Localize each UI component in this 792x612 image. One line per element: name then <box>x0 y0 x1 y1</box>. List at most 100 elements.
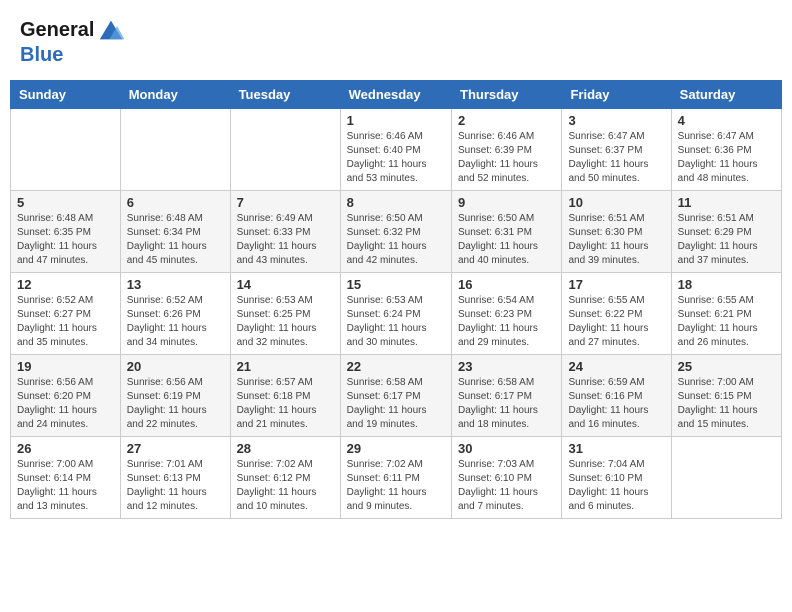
calendar-day-cell: 19 Sunrise: 6:56 AM Sunset: 6:20 PM Dayli… <box>11 355 121 437</box>
day-info: Sunrise: 6:50 AM Sunset: 6:31 PM Dayligh… <box>458 212 555 268</box>
day-number: 23 <box>458 359 555 374</box>
day-info: Sunrise: 6:53 AM Sunset: 6:25 PM Dayligh… <box>237 294 334 350</box>
day-number: 19 <box>17 359 114 374</box>
calendar-day-cell: 2 Sunrise: 6:46 AM Sunset: 6:39 PM Daylig… <box>452 109 562 191</box>
logo-icon <box>96 15 126 45</box>
day-number: 11 <box>678 195 775 210</box>
calendar-day-cell: 17 Sunrise: 6:55 AM Sunset: 6:22 PM Dayli… <box>562 273 671 355</box>
calendar-week-row: 26 Sunrise: 7:00 AM Sunset: 6:14 PM Dayli… <box>11 437 782 519</box>
day-number: 29 <box>347 441 445 456</box>
day-info: Sunrise: 6:55 AM Sunset: 6:22 PM Dayligh… <box>568 294 664 350</box>
day-number: 22 <box>347 359 445 374</box>
logo-text-general: General <box>20 19 94 41</box>
calendar-day-cell: 20 Sunrise: 6:56 AM Sunset: 6:19 PM Dayli… <box>120 355 230 437</box>
calendar-week-row: 12 Sunrise: 6:52 AM Sunset: 6:27 PM Dayli… <box>11 273 782 355</box>
day-info: Sunrise: 6:46 AM Sunset: 6:40 PM Dayligh… <box>347 130 445 186</box>
calendar-day-cell: 27 Sunrise: 7:01 AM Sunset: 6:13 PM Dayli… <box>120 437 230 519</box>
empty-cell <box>230 109 340 191</box>
day-info: Sunrise: 6:58 AM Sunset: 6:17 PM Dayligh… <box>458 376 555 432</box>
calendar-day-cell: 7 Sunrise: 6:49 AM Sunset: 6:33 PM Daylig… <box>230 191 340 273</box>
day-info: Sunrise: 7:01 AM Sunset: 6:13 PM Dayligh… <box>127 458 224 514</box>
weekday-header-row: SundayMondayTuesdayWednesdayThursdayFrid… <box>11 81 782 109</box>
calendar-day-cell: 6 Sunrise: 6:48 AM Sunset: 6:34 PM Daylig… <box>120 191 230 273</box>
day-number: 7 <box>237 195 334 210</box>
day-info: Sunrise: 6:47 AM Sunset: 6:36 PM Dayligh… <box>678 130 775 186</box>
day-number: 21 <box>237 359 334 374</box>
calendar-day-cell: 12 Sunrise: 6:52 AM Sunset: 6:27 PM Dayli… <box>11 273 121 355</box>
calendar-day-cell: 25 Sunrise: 7:00 AM Sunset: 6:15 PM Dayli… <box>671 355 781 437</box>
day-info: Sunrise: 7:02 AM Sunset: 6:11 PM Dayligh… <box>347 458 445 514</box>
day-info: Sunrise: 6:46 AM Sunset: 6:39 PM Dayligh… <box>458 130 555 186</box>
empty-cell <box>671 437 781 519</box>
day-info: Sunrise: 6:59 AM Sunset: 6:16 PM Dayligh… <box>568 376 664 432</box>
day-number: 10 <box>568 195 664 210</box>
day-number: 9 <box>458 195 555 210</box>
calendar-day-cell: 22 Sunrise: 6:58 AM Sunset: 6:17 PM Dayli… <box>340 355 451 437</box>
day-number: 26 <box>17 441 114 456</box>
calendar-day-cell: 14 Sunrise: 6:53 AM Sunset: 6:25 PM Dayli… <box>230 273 340 355</box>
day-number: 4 <box>678 113 775 128</box>
day-info: Sunrise: 6:58 AM Sunset: 6:17 PM Dayligh… <box>347 376 445 432</box>
weekday-header-saturday: Saturday <box>671 81 781 109</box>
day-number: 25 <box>678 359 775 374</box>
day-number: 8 <box>347 195 445 210</box>
weekday-header-thursday: Thursday <box>452 81 562 109</box>
day-number: 6 <box>127 195 224 210</box>
day-number: 24 <box>568 359 664 374</box>
day-info: Sunrise: 6:51 AM Sunset: 6:29 PM Dayligh… <box>678 212 775 268</box>
calendar-day-cell: 9 Sunrise: 6:50 AM Sunset: 6:31 PM Daylig… <box>452 191 562 273</box>
day-number: 1 <box>347 113 445 128</box>
calendar-day-cell: 16Sunrise: 6:54 AM Sunset: 6:23 PM Dayli… <box>452 273 562 355</box>
weekday-header-sunday: Sunday <box>11 81 121 109</box>
day-number: 13 <box>127 277 224 292</box>
weekday-header-monday: Monday <box>120 81 230 109</box>
day-info: Sunrise: 7:00 AM Sunset: 6:15 PM Dayligh… <box>678 376 775 432</box>
logo-text-blue: Blue <box>20 45 126 65</box>
calendar-table: SundayMondayTuesdayWednesdayThursdayFrid… <box>10 80 782 519</box>
day-info: Sunrise: 7:04 AM Sunset: 6:10 PM Dayligh… <box>568 458 664 514</box>
day-number: 20 <box>127 359 224 374</box>
calendar-day-cell: 15 Sunrise: 6:53 AM Sunset: 6:24 PM Dayli… <box>340 273 451 355</box>
weekday-header-wednesday: Wednesday <box>340 81 451 109</box>
calendar-day-cell: 10 Sunrise: 6:51 AM Sunset: 6:30 PM Dayli… <box>562 191 671 273</box>
day-info: Sunrise: 7:02 AM Sunset: 6:12 PM Dayligh… <box>237 458 334 514</box>
day-number: 15 <box>347 277 445 292</box>
day-number: 14 <box>237 277 334 292</box>
calendar-day-cell: 24 Sunrise: 6:59 AM Sunset: 6:16 PM Dayli… <box>562 355 671 437</box>
day-info: Sunrise: 6:47 AM Sunset: 6:37 PM Dayligh… <box>568 130 664 186</box>
day-number: 28 <box>237 441 334 456</box>
calendar-day-cell: 5 Sunrise: 6:48 AM Sunset: 6:35 PM Daylig… <box>11 191 121 273</box>
day-number: 16 <box>458 277 555 292</box>
day-number: 5 <box>17 195 114 210</box>
calendar-day-cell: 26 Sunrise: 7:00 AM Sunset: 6:14 PM Dayli… <box>11 437 121 519</box>
calendar-day-cell: 1 Sunrise: 6:46 AM Sunset: 6:40 PM Daylig… <box>340 109 451 191</box>
day-number: 17 <box>568 277 664 292</box>
calendar-week-row: 5 Sunrise: 6:48 AM Sunset: 6:35 PM Daylig… <box>11 191 782 273</box>
day-info: Sunrise: 6:51 AM Sunset: 6:30 PM Dayligh… <box>568 212 664 268</box>
day-number: 3 <box>568 113 664 128</box>
calendar-day-cell: 28 Sunrise: 7:02 AM Sunset: 6:12 PM Dayli… <box>230 437 340 519</box>
day-info: Sunrise: 7:00 AM Sunset: 6:14 PM Dayligh… <box>17 458 114 514</box>
day-info: Sunrise: 6:55 AM Sunset: 6:21 PM Dayligh… <box>678 294 775 350</box>
calendar-day-cell: 31Sunrise: 7:04 AM Sunset: 6:10 PM Dayli… <box>562 437 671 519</box>
day-info: Sunrise: 6:57 AM Sunset: 6:18 PM Dayligh… <box>237 376 334 432</box>
day-number: 12 <box>17 277 114 292</box>
day-info: Sunrise: 6:53 AM Sunset: 6:24 PM Dayligh… <box>347 294 445 350</box>
calendar-day-cell: 30 Sunrise: 7:03 AM Sunset: 6:10 PM Dayli… <box>452 437 562 519</box>
calendar-day-cell: 11 Sunrise: 6:51 AM Sunset: 6:29 PM Dayli… <box>671 191 781 273</box>
calendar-day-cell: 23 Sunrise: 6:58 AM Sunset: 6:17 PM Dayli… <box>452 355 562 437</box>
day-info: Sunrise: 6:48 AM Sunset: 6:34 PM Dayligh… <box>127 212 224 268</box>
day-number: 30 <box>458 441 555 456</box>
day-info: Sunrise: 6:56 AM Sunset: 6:20 PM Dayligh… <box>17 376 114 432</box>
calendar-week-row: 1 Sunrise: 6:46 AM Sunset: 6:40 PM Daylig… <box>11 109 782 191</box>
calendar-day-cell: 21 Sunrise: 6:57 AM Sunset: 6:18 PM Dayli… <box>230 355 340 437</box>
calendar-day-cell: 3 Sunrise: 6:47 AM Sunset: 6:37 PM Daylig… <box>562 109 671 191</box>
calendar-week-row: 19 Sunrise: 6:56 AM Sunset: 6:20 PM Dayli… <box>11 355 782 437</box>
day-info: Sunrise: 6:56 AM Sunset: 6:19 PM Dayligh… <box>127 376 224 432</box>
day-info: Sunrise: 6:52 AM Sunset: 6:27 PM Dayligh… <box>17 294 114 350</box>
day-info: Sunrise: 6:49 AM Sunset: 6:33 PM Dayligh… <box>237 212 334 268</box>
day-number: 27 <box>127 441 224 456</box>
day-info: Sunrise: 7:03 AM Sunset: 6:10 PM Dayligh… <box>458 458 555 514</box>
day-number: 2 <box>458 113 555 128</box>
day-info: Sunrise: 6:48 AM Sunset: 6:35 PM Dayligh… <box>17 212 114 268</box>
